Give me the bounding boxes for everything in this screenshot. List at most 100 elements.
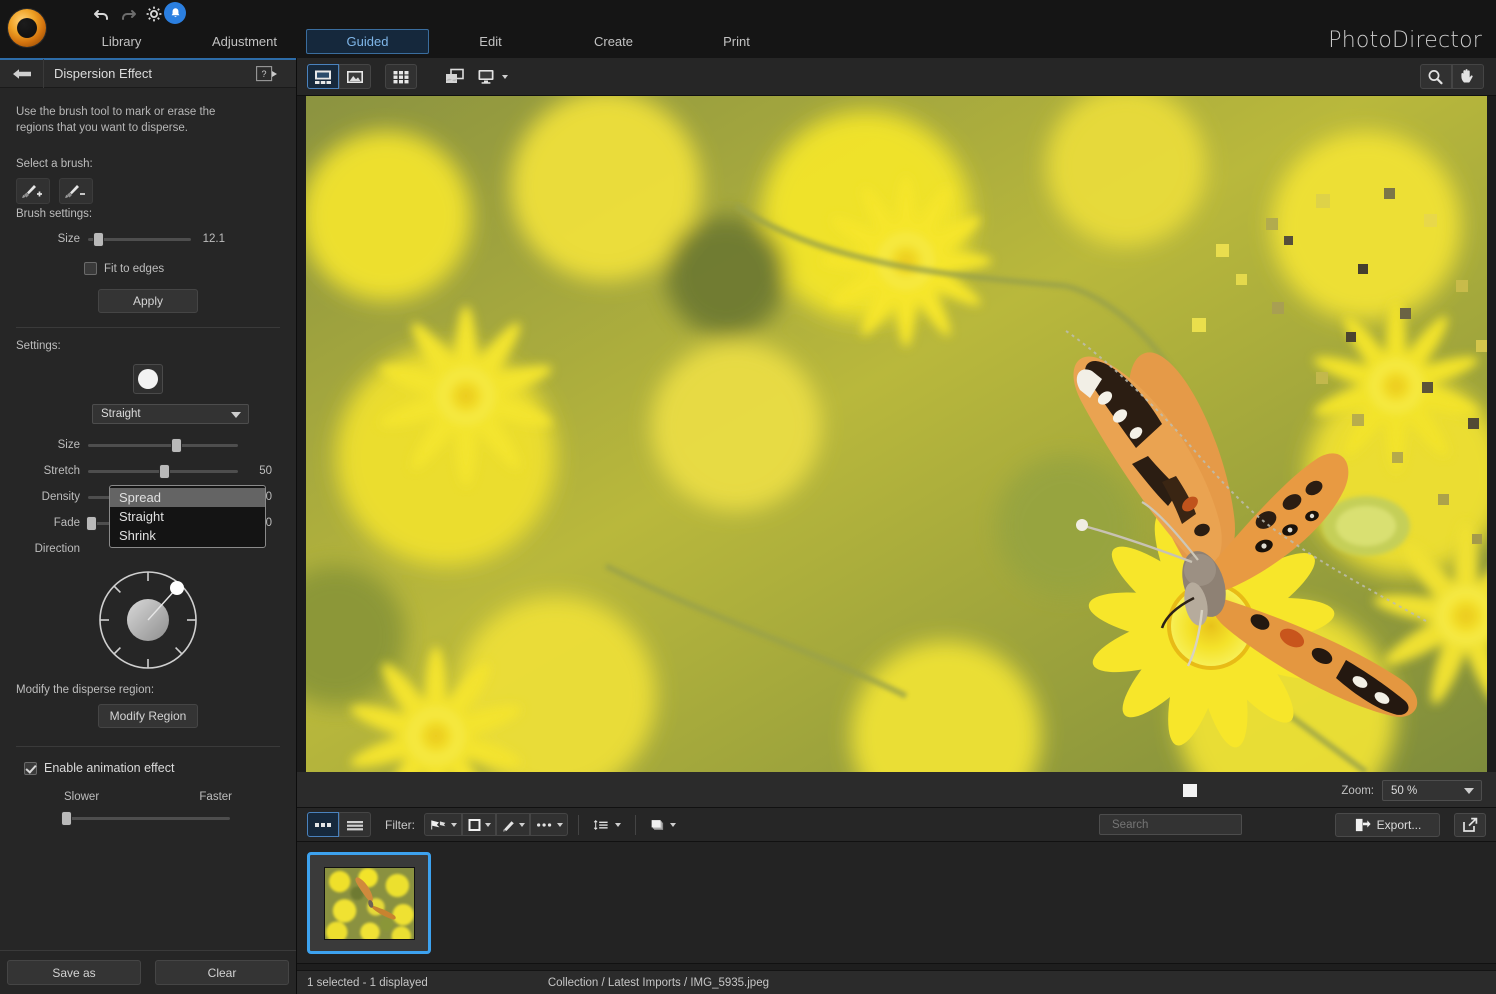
single-photo-view-icon[interactable]	[339, 64, 371, 89]
stretch-track[interactable]	[88, 464, 238, 478]
status-bar: 1 selected - 1 displayed Collection / La…	[297, 970, 1496, 994]
rating-filter-icon[interactable]	[462, 813, 496, 836]
list-view-icon[interactable]	[339, 812, 371, 837]
direction-dial-wrap	[16, 570, 280, 670]
panel-body: Use the brush tool to mark or erase the …	[0, 104, 296, 825]
chevron-down-icon	[451, 822, 457, 827]
page-title: Dispersion Effect	[54, 66, 153, 81]
speed-faster-label: Faster	[199, 791, 232, 803]
chevron-down-icon	[485, 822, 491, 827]
flags-filter-icon[interactable]	[424, 813, 462, 836]
density-label: Density	[41, 491, 80, 503]
more-filter-icon[interactable]	[530, 813, 568, 836]
tab-guided[interactable]: Guided	[306, 28, 429, 54]
magnifier-icon[interactable]	[1420, 64, 1452, 89]
stretch-slider-row: Stretch 50	[16, 460, 280, 482]
export-label: Export...	[1376, 818, 1422, 832]
tab-create[interactable]: Create	[552, 29, 675, 54]
animation-speed-thumb[interactable]	[62, 812, 71, 825]
zoom-select[interactable]: 50 %	[1382, 780, 1482, 801]
shape-dropdown-menu[interactable]: Spread Straight Shrink	[109, 485, 266, 548]
filmstrip	[297, 842, 1496, 964]
top-bar: Library Adjustment Guided Edit Create Pr…	[0, 0, 1496, 58]
animation-speed-track[interactable]	[62, 812, 230, 825]
svg-text:?: ?	[261, 69, 266, 79]
tab-print[interactable]: Print	[675, 29, 798, 54]
zoom-control: Zoom: 50 %	[1341, 780, 1482, 801]
stretch-label: Stretch	[43, 465, 80, 477]
brush-size-track[interactable]	[88, 232, 191, 246]
panel-footer: Save as Clear	[0, 950, 296, 994]
export-button[interactable]: Export...	[1335, 813, 1440, 837]
divider-2	[16, 746, 280, 747]
right-area: Zoom: 50 % Filter: Search Export... 1 se…	[297, 58, 1496, 994]
gear-icon[interactable]	[144, 4, 164, 24]
direction-dial[interactable]	[98, 570, 198, 670]
chevron-down-icon	[1464, 788, 1474, 794]
chevron-down-icon	[501, 74, 508, 79]
tab-library[interactable]: Library	[60, 29, 183, 54]
brush-add-icon[interactable]	[16, 178, 50, 204]
particle-shape-swatch[interactable]	[133, 364, 163, 394]
grid-view-icon[interactable]	[385, 64, 417, 89]
chevron-down-icon	[231, 412, 241, 418]
fade-thumb[interactable]	[87, 516, 96, 530]
compare-before-after-icon[interactable]	[439, 64, 471, 89]
search-input[interactable]	[1112, 818, 1266, 831]
viewer-toolbar	[297, 58, 1496, 96]
enable-animation-row[interactable]: Enable animation effect	[24, 761, 280, 775]
fit-to-edges-checkbox[interactable]	[84, 262, 97, 275]
filmstrip-toolbar: Filter: Search Export...	[297, 808, 1496, 842]
chevron-down-icon	[670, 822, 676, 827]
redo-arrow-icon[interactable]	[118, 4, 138, 24]
brush-size-thumb[interactable]	[94, 232, 103, 246]
search-box[interactable]	[1099, 814, 1266, 835]
size-thumb[interactable]	[172, 438, 181, 452]
horizontal-scroll-thumb[interactable]	[1183, 784, 1197, 797]
help-question-icon[interactable]: ?	[256, 66, 278, 83]
photo-canvas[interactable]	[297, 96, 1496, 772]
dropdown-option-spread[interactable]: Spread	[110, 488, 265, 507]
stretch-thumb[interactable]	[160, 464, 169, 478]
brush-settings-label: Brush settings:	[16, 208, 93, 220]
left-panel: Dispersion Effect ? Use the brush tool t…	[0, 58, 297, 994]
shape-select[interactable]: Straight	[92, 404, 249, 424]
thumbnail-image	[323, 866, 415, 940]
save-as-button[interactable]: Save as	[7, 960, 141, 985]
stack-photos-icon[interactable]	[646, 813, 680, 836]
filmstrip-view-icon[interactable]	[307, 64, 339, 89]
undo-arrow-icon[interactable]	[92, 4, 112, 24]
apply-button[interactable]: Apply	[98, 289, 198, 313]
thumbnail-grid-icon[interactable]	[307, 812, 339, 837]
size-track[interactable]	[88, 438, 238, 452]
dropdown-option-shrink[interactable]: Shrink	[110, 526, 265, 545]
filter-label: Filter:	[385, 817, 415, 832]
stretch-value: 50	[259, 465, 272, 477]
chevron-down-icon	[519, 822, 525, 827]
sort-order-icon[interactable]	[589, 813, 625, 836]
brush-size-label: Size	[57, 233, 80, 245]
modify-region-button[interactable]: Modify Region	[98, 704, 198, 728]
enable-animation-checkbox[interactable]	[24, 761, 37, 775]
photodirector-window: Library Adjustment Guided Edit Create Pr…	[0, 0, 1496, 994]
brush-size-value: 12.1	[202, 233, 225, 245]
settings-label: Settings:	[16, 340, 61, 352]
brush-erase-icon[interactable]	[59, 178, 93, 204]
zoom-value: 50 %	[1391, 784, 1418, 797]
second-monitor-icon[interactable]	[471, 64, 513, 89]
dropdown-option-straight[interactable]: Straight	[110, 507, 265, 526]
back-arrow-icon[interactable]	[0, 59, 44, 88]
color-label-filter-icon[interactable]	[496, 813, 530, 836]
clear-button[interactable]: Clear	[155, 960, 289, 985]
hand-pan-icon[interactable]	[1452, 64, 1484, 89]
particle-shape-circle	[138, 369, 158, 389]
enable-animation-label: Enable animation effect	[44, 761, 175, 775]
view-mode-group	[307, 64, 417, 89]
tab-edit[interactable]: Edit	[429, 29, 552, 54]
filmstrip-thumbnail[interactable]	[307, 852, 431, 954]
main-nav-tabs: Library Adjustment Guided Edit Create Pr…	[60, 26, 798, 56]
fit-to-edges-row[interactable]: Fit to edges	[84, 262, 280, 275]
tab-adjustment[interactable]: Adjustment	[183, 29, 306, 54]
bell-icon[interactable]	[164, 2, 186, 24]
open-external-icon[interactable]	[1454, 813, 1486, 837]
